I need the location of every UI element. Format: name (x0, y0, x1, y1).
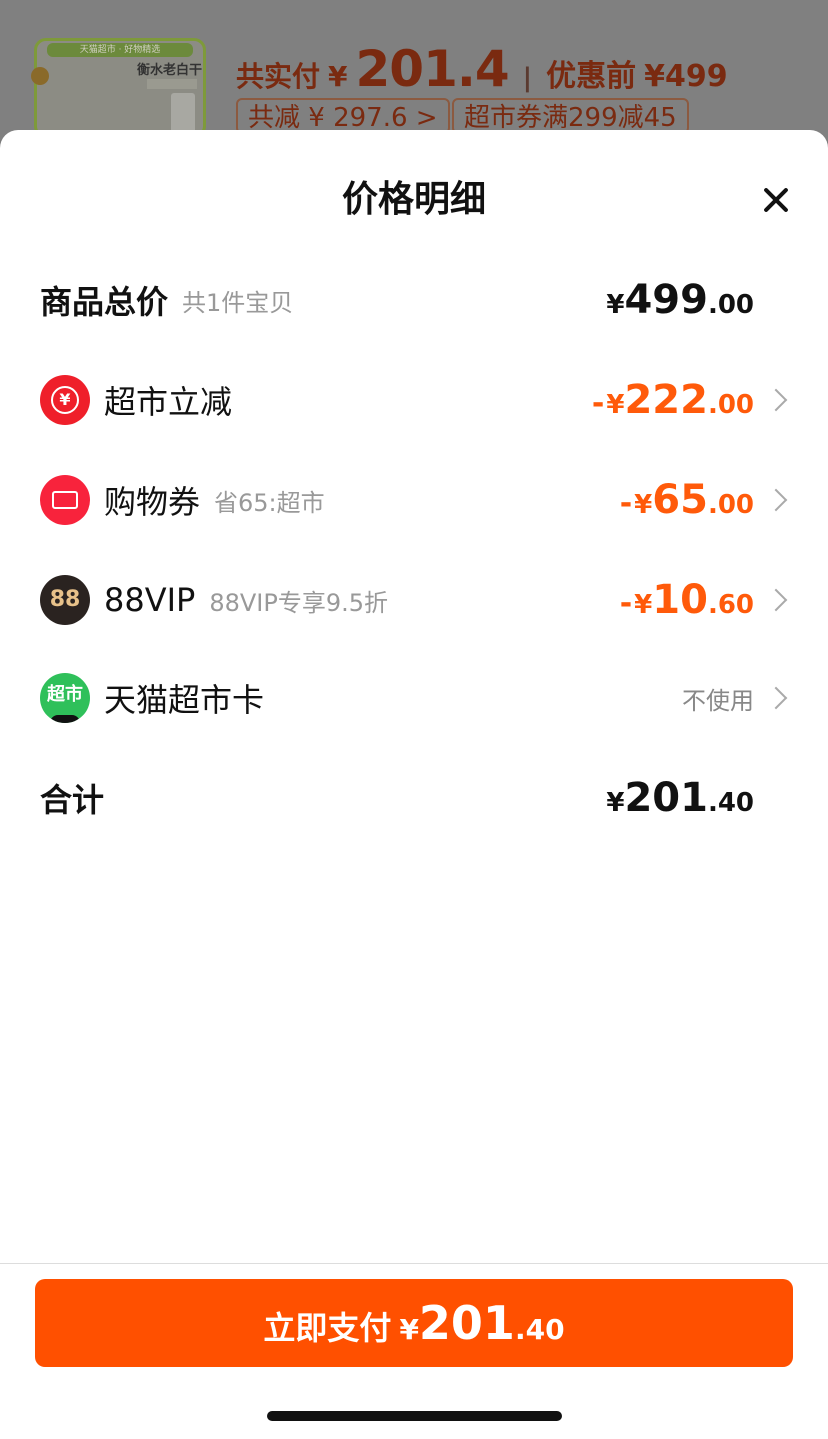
pay-button-label: 立即支付 (263, 1309, 392, 1347)
row-label: 购物券 (104, 483, 201, 521)
paid-label: 共实付 (236, 60, 321, 93)
minus-sign: - (619, 586, 633, 621)
row-total: 合计 ¥ 201 .40 (40, 768, 792, 828)
currency-symbol: ¥ (634, 490, 653, 520)
product-thumbnail: 天猫超市 · 好物精选 衡水老白干 (31, 38, 206, 138)
bottom-divider (0, 1263, 828, 1264)
vip88-icon: 88 (40, 575, 90, 625)
row-sub: 88VIP专享9.5折 (209, 588, 389, 617)
supermarket-card-icon: 超市 (40, 673, 90, 723)
price-integer: 222 (624, 377, 708, 423)
price-decimal: .40 (707, 788, 754, 818)
paid-currency: ¥ (328, 60, 348, 93)
row-price: - ¥ 222 .00 (592, 377, 754, 423)
price-integer: 499 (624, 277, 708, 323)
currency-symbol: ¥ (606, 390, 625, 420)
price-decimal: .00 (707, 290, 754, 320)
minus-sign: - (619, 486, 633, 521)
row-88vip[interactable]: 88 88VIP 88VIP专享9.5折 - ¥ 10 .60 (40, 570, 792, 630)
currency-symbol: ¥ (634, 590, 653, 620)
rmb-glyph: ¥ (51, 386, 79, 414)
price-integer: 201 (624, 775, 708, 821)
promo-bubble-icon (31, 67, 49, 85)
ticket-icon (40, 475, 90, 525)
paid-summary: 共实付 ¥ 201.4 | 优惠前 ¥499 (236, 40, 728, 98)
close-icon[interactable] (754, 178, 798, 222)
row-label: 天猫超市卡 (104, 681, 265, 719)
product-title: 衡水老白干 (137, 63, 203, 78)
rmb-rebate-icon: ¥ (40, 375, 90, 425)
bottle-image (171, 93, 195, 133)
price-integer: 10 (652, 577, 708, 623)
currency-symbol: ¥ (606, 290, 625, 320)
row-value: 不使用 (682, 681, 754, 716)
chevron-right-icon[interactable] (754, 485, 792, 515)
currency-symbol: ¥ (606, 788, 625, 818)
chevron-right-icon[interactable] (754, 683, 792, 713)
minus-sign: - (591, 386, 605, 421)
product-tag: 天猫超市 · 好物精选 (47, 43, 193, 57)
card-icon-text: 超市 (47, 684, 83, 705)
row-price: - ¥ 10 .60 (620, 577, 754, 623)
row-label: 88VIP (104, 581, 196, 619)
pre-discount-label: 优惠前 (546, 59, 637, 94)
row-sub: 省65:超市 (214, 488, 325, 517)
price-integer: 65 (652, 477, 708, 523)
row-label: 合计 (40, 781, 105, 819)
row-shopping-coupon[interactable]: 购物券 省65:超市 - ¥ 65 .00 (40, 470, 792, 530)
pre-discount-amount: ¥499 (644, 59, 728, 94)
price-integer: 201 (418, 1296, 515, 1350)
pay-now-button[interactable]: 立即支付 ¥ 201 .40 (35, 1279, 793, 1367)
currency-symbol: ¥ (399, 1313, 419, 1346)
row-goods-total: 商品总价 共1件宝贝 ¥ 499 .00 (40, 270, 792, 330)
summary-divider: | (522, 63, 533, 93)
row-price: ¥ 201 .40 (606, 775, 754, 821)
background-order-summary: 天猫超市 · 好物精选 衡水老白干 共实付 ¥ 201.4 | 优惠前 ¥499… (0, 0, 828, 140)
row-price: - ¥ 65 .00 (620, 477, 754, 523)
chevron-right-icon[interactable] (754, 385, 792, 415)
row-supermarket-card[interactable]: 超市 天猫超市卡 不使用 (40, 668, 792, 728)
paid-amount: 201.4 (355, 40, 510, 98)
price-decimal: .00 (707, 390, 754, 420)
price-decimal: .40 (514, 1313, 565, 1346)
price-detail-sheet: 价格明细 商品总价 共1件宝贝 ¥ 499 .00 ¥ 超市立减 - ¥ 222… (0, 130, 828, 1439)
row-label: 超市立减 (104, 383, 233, 421)
row-sub: 共1件宝贝 (182, 288, 294, 317)
price-decimal: .60 (707, 590, 754, 620)
chevron-right-icon[interactable] (754, 585, 792, 615)
row-label: 商品总价 (40, 283, 169, 321)
row-supermarket-discount[interactable]: ¥ 超市立减 - ¥ 222 .00 (40, 370, 792, 430)
sheet-title: 价格明细 (341, 179, 486, 220)
price-decimal: .00 (707, 490, 754, 520)
not-use-text: 不使用 (682, 686, 754, 715)
row-price: ¥ 499 .00 (606, 277, 754, 323)
product-subtitle-bar (147, 79, 197, 89)
home-indicator[interactable] (267, 1411, 562, 1421)
total-saved-chip[interactable]: 共减 ¥ 297.6 > (236, 98, 450, 134)
coupon-chip[interactable]: 超市券满299减45 (452, 98, 689, 134)
